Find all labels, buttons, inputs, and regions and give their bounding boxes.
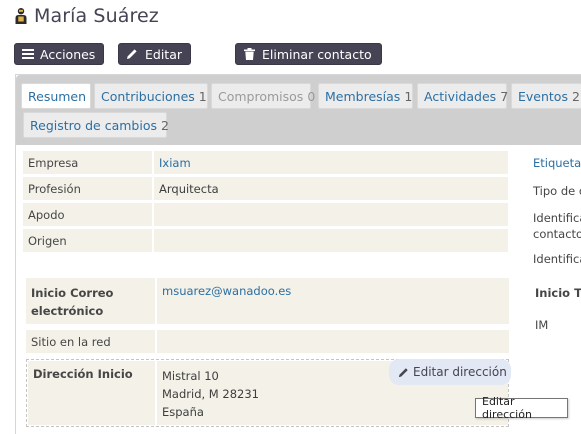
tab-count: 2 (571, 88, 580, 104)
tab-eventos[interactable]: Eventos 2 (511, 83, 581, 109)
field-row-identificador-2: Identifica (529, 247, 581, 270)
tab-count: 7 (500, 88, 509, 104)
address-line: Madrid, M 28231 (162, 387, 259, 401)
field-label: Dirección Inicio (28, 361, 155, 425)
delete-contact-button-label: Eliminar contacto (262, 46, 372, 62)
tab-label: Membresías (325, 88, 401, 104)
edit-address-label: Editar dirección (413, 365, 507, 379)
pencil-icon (398, 367, 408, 377)
field-value: Arquitecta (154, 177, 508, 200)
etiquetas-link[interactable]: Etiquetas (529, 151, 581, 174)
tab-actividades[interactable]: Actividades 7 (417, 83, 509, 109)
tab-label: Resumen (28, 88, 87, 104)
address-line: España (162, 405, 204, 419)
field-row-apodo: Apodo (23, 203, 508, 226)
tab-count: 2 (161, 117, 169, 133)
field-value (157, 330, 509, 353)
field-value (154, 229, 508, 252)
person-icon (15, 8, 27, 24)
tab-label: Registro de cambios (30, 117, 157, 133)
field-label: Apodo (23, 203, 152, 226)
delete-contact-button[interactable]: Eliminar contacto (235, 43, 382, 65)
tab-label: Actividades (424, 88, 497, 104)
action-bar: Acciones Editar Eliminar contacto (0, 43, 581, 65)
field-label: Identifica (533, 252, 581, 266)
contact-summary-panel: Resumen Contribuciones 1 Compromisos 0 Mem… (15, 74, 581, 434)
tab-count: 1 (198, 88, 207, 104)
edit-button[interactable]: Editar (118, 43, 191, 65)
tab-label: Eventos (518, 88, 568, 104)
menu-icon (22, 49, 34, 59)
tab-contribuciones[interactable]: Contribuciones 1 (94, 83, 208, 109)
field-row-origen: Origen (23, 229, 508, 252)
field-label: Profesión (23, 177, 152, 200)
pencil-icon (126, 48, 139, 60)
tab-bar: Resumen Contribuciones 1 Compromisos 0 Mem… (16, 75, 581, 145)
tab-count: 1 (404, 88, 413, 104)
empresa-link[interactable]: Ixiam (154, 151, 508, 174)
field-row-tipo: Tipo de c (529, 179, 581, 202)
tab-membresias[interactable]: Membresías 1 (318, 83, 413, 109)
field-label: Tipo de c (533, 184, 581, 198)
field-row-sitio: Sitio en la red (26, 330, 509, 353)
actions-button[interactable]: Acciones (14, 43, 104, 65)
field-label: Empresa (23, 151, 152, 174)
tab-label: Contribuciones (101, 88, 195, 104)
page-title: María Suárez (34, 5, 159, 27)
field-row-empresa: Empresa Ixiam (23, 151, 508, 174)
edit-button-label: Editar (144, 46, 182, 62)
field-label: Inicio T (535, 286, 581, 300)
field-row-inicio-telefono: Inicio T (531, 281, 581, 304)
field-label: Identifica contacto (529, 205, 581, 241)
tab-compromisos: Compromisos 0 (211, 83, 315, 109)
field-label: IM (535, 318, 549, 332)
field-label: Inicio Correo electrónico (26, 278, 155, 324)
tooltip: Editar dirección (475, 395, 568, 421)
trash-icon (243, 48, 256, 60)
field-row-im: IM (531, 313, 581, 336)
field-value (154, 203, 508, 226)
actions-button-label: Acciones (40, 46, 96, 62)
contact-header: María Suárez (14, 4, 159, 28)
field-label: Sitio en la red (26, 330, 155, 353)
field-row-email: Inicio Correo electrónico msuarez@wanado… (26, 278, 509, 324)
field-label-line: contacto (533, 227, 581, 241)
tab-count: 0 (307, 88, 316, 104)
email-link[interactable]: msuarez@wanadoo.es (157, 278, 509, 324)
field-label-line: Identifica (533, 211, 581, 225)
tab-label: Compromisos (218, 88, 304, 104)
tab-registro-de-cambios[interactable]: Registro de cambios 2 (23, 112, 169, 138)
field-row-identificador: Identifica contacto (529, 205, 581, 241)
edit-address-button[interactable]: Editar dirección (389, 359, 511, 385)
field-label: Origen (23, 229, 152, 252)
field-row-profesion: Profesión Arquitecta (23, 177, 508, 200)
field-row-etiquetas: Etiquetas (529, 151, 581, 174)
tab-resumen[interactable]: Resumen (21, 83, 91, 109)
